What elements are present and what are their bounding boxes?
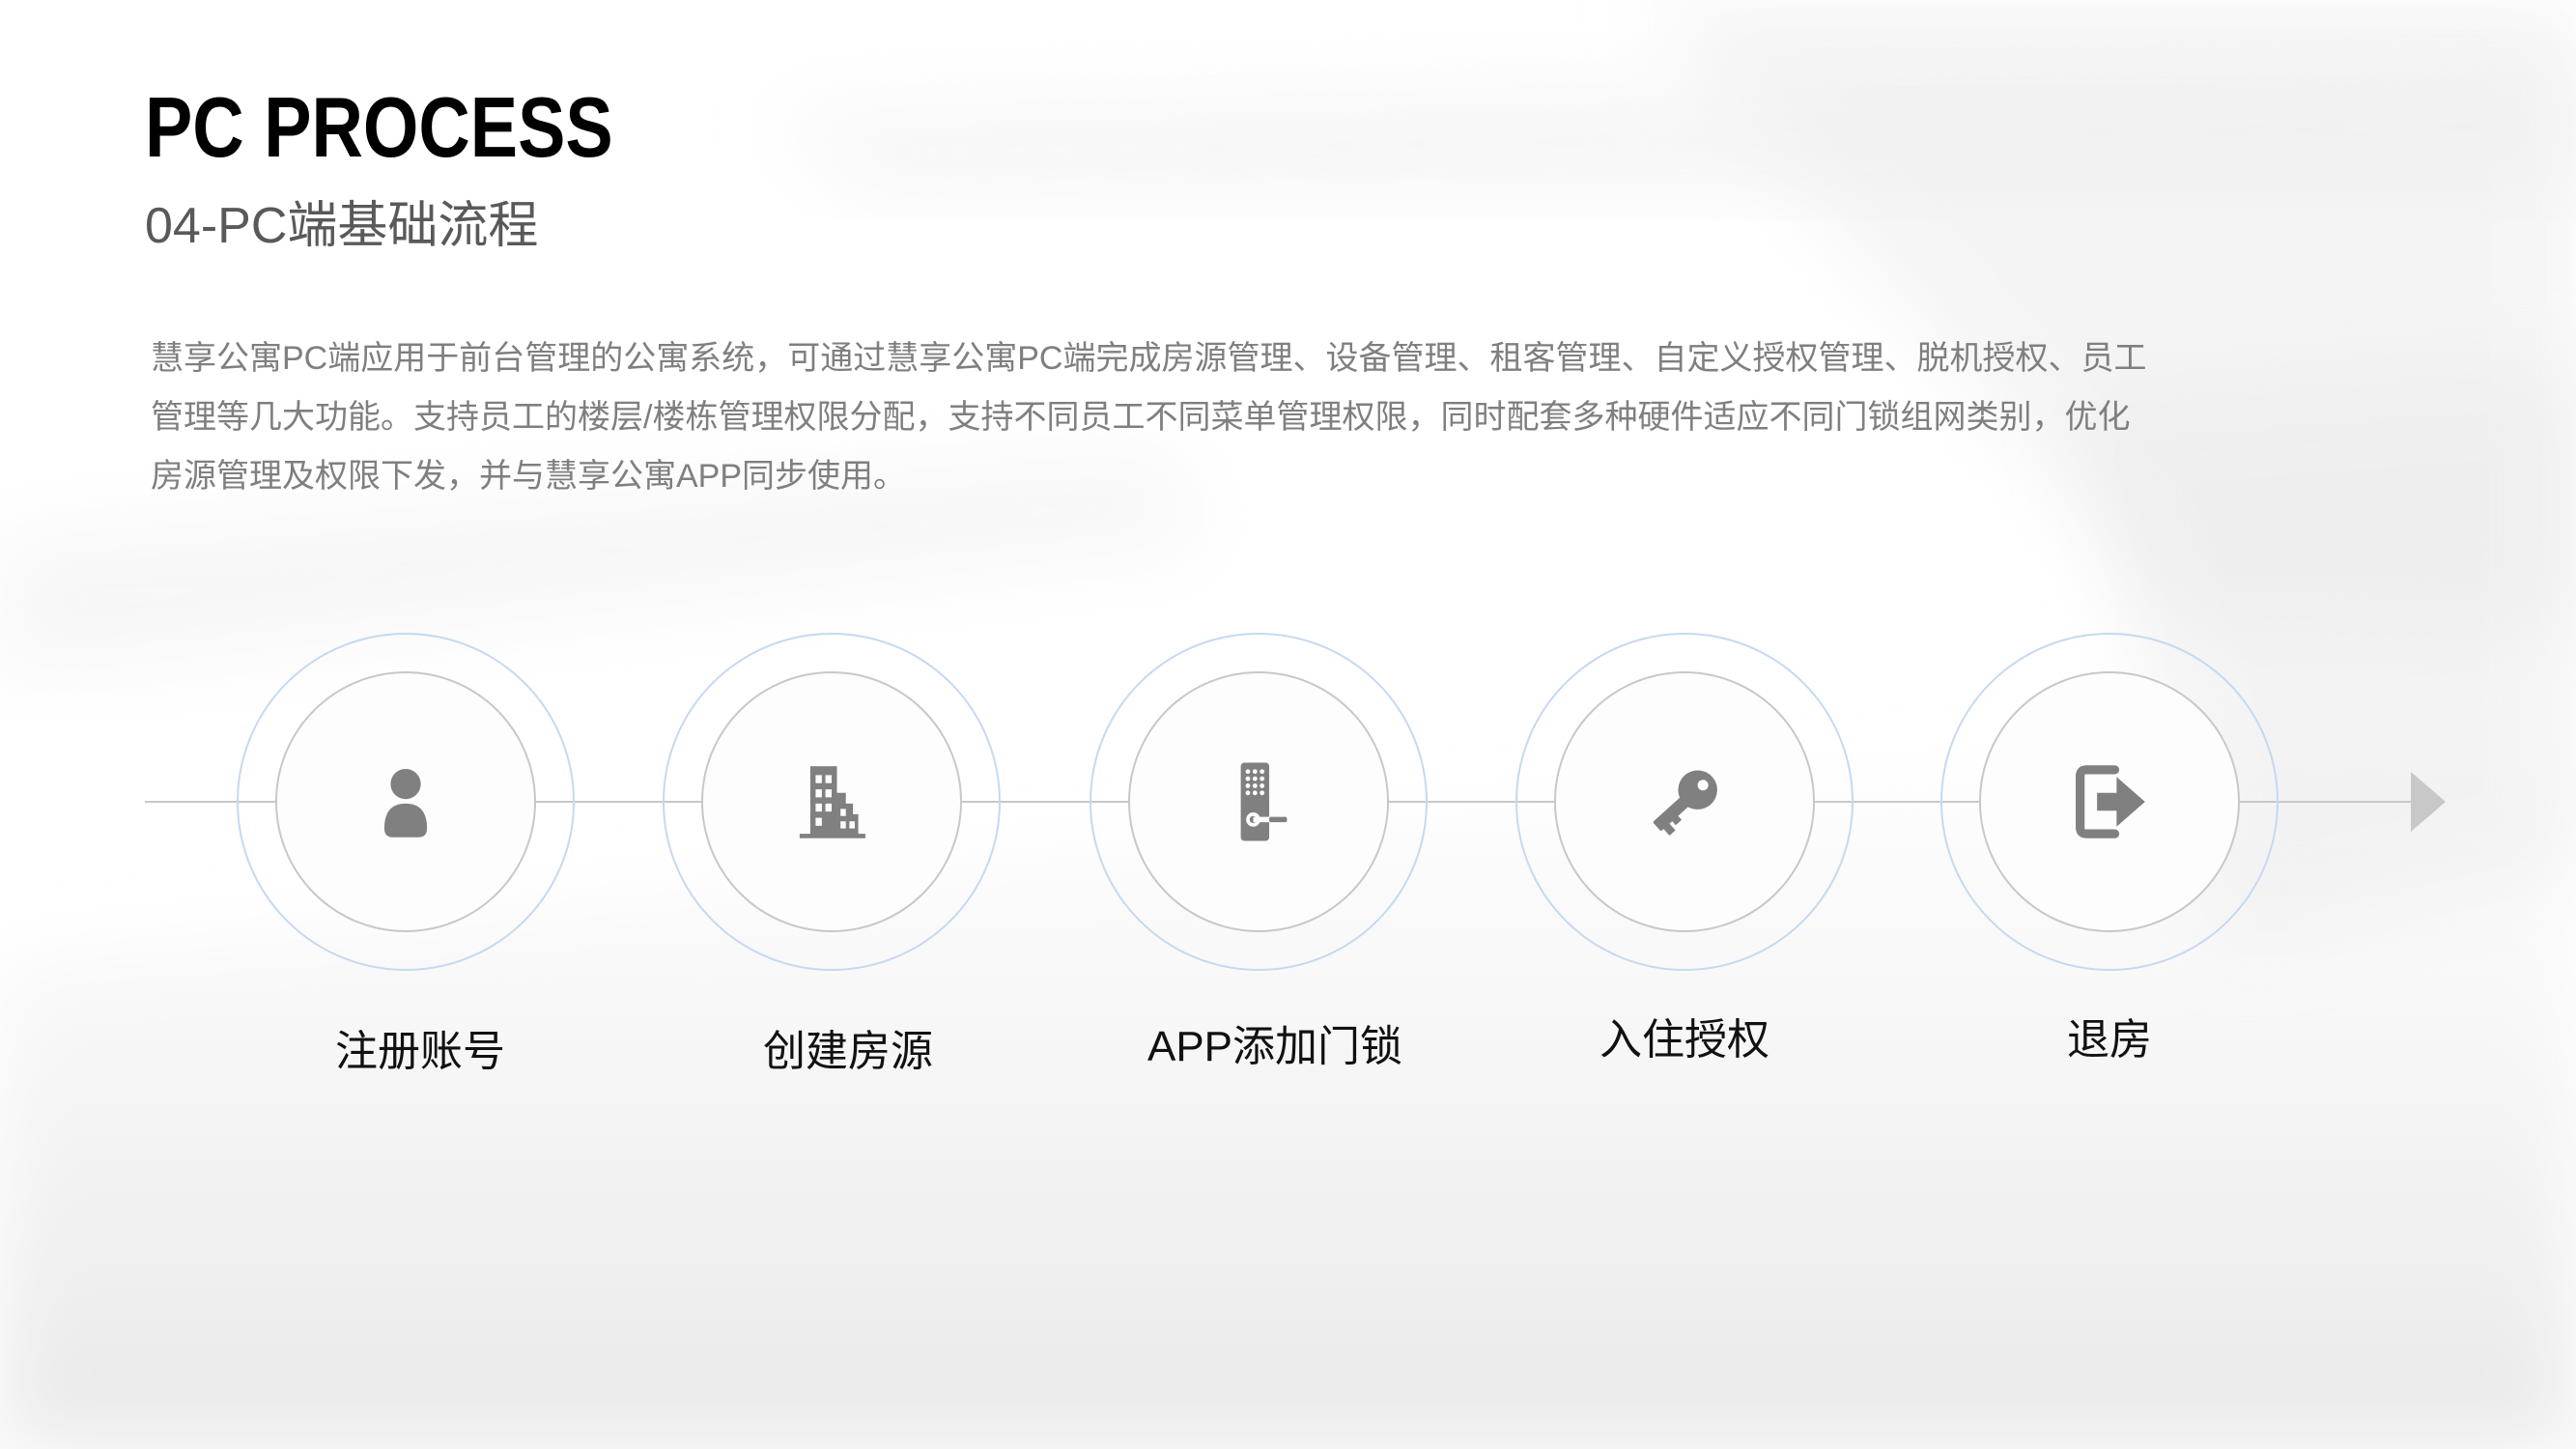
process-arrowhead-icon <box>2411 772 2446 832</box>
key-icon <box>1653 770 1717 837</box>
process-step-check-out: 退房 <box>1936 628 2283 1092</box>
slide-subtitle: 04-PC端基础流程 <box>145 198 539 254</box>
logout-icon <box>2076 765 2145 838</box>
process-step-app-add-lock: APP添加门锁 <box>1085 628 1432 1092</box>
inner-circle <box>275 671 536 932</box>
inner-circle <box>701 671 962 932</box>
step-label: 入住授权 <box>1599 1016 1769 1064</box>
description-line: 房源管理及权限下发，并与慧享公寓APP同步使用。 <box>151 458 907 495</box>
door-lock-icon <box>1240 762 1288 841</box>
process-step-register-account: 注册账号 <box>232 628 580 1092</box>
description-paragraph: 慧享公寓PC端应用于前台管理的公寓系统，可通过慧享公寓PC端完成房源管理、设备管… <box>151 329 2179 506</box>
description-line: 慧享公寓PC端应用于前台管理的公寓系统，可通过慧享公寓PC端完成房源管理、设备管… <box>151 340 2147 377</box>
process-step-check-in-authorization: 入住授权 <box>1511 628 1858 1092</box>
inner-circle <box>1128 671 1389 932</box>
building-icon <box>799 766 865 838</box>
slide-title: PC PROCESS <box>145 79 613 175</box>
process-step-create-property: 创建房源 <box>658 628 1005 1092</box>
step-label: 注册账号 <box>335 1028 505 1075</box>
step-label: APP添加门锁 <box>1146 1023 1403 1070</box>
step-label: 创建房源 <box>763 1028 933 1075</box>
inner-circle <box>1979 671 2240 932</box>
user-icon <box>383 768 428 838</box>
description-line: 管理等几大功能。支持员工的楼层/楼栋管理权限分配，支持不同员工不同菜单管理权限，… <box>151 399 2131 436</box>
step-label: 退房 <box>2067 1016 2152 1064</box>
inner-circle <box>1554 671 1815 932</box>
